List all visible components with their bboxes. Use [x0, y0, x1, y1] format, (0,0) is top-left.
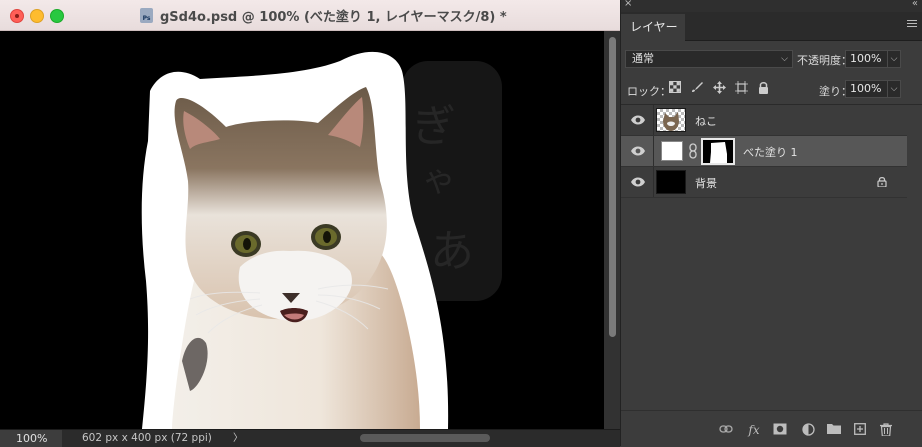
lock-label: ロック： — [627, 85, 671, 98]
document-title: gSd4o.psd @ 100% (べた塗り 1, レイヤーマスク/8) * — [160, 9, 507, 25]
canvas-artwork: ぎ ゃ あ — [141, 51, 502, 429]
layer-row-fill-1[interactable]: べた塗り 1 — [621, 136, 907, 167]
padlock-icon[interactable] — [756, 81, 770, 95]
faint-text-2: ゃ — [422, 160, 456, 200]
add-mask-icon[interactable] — [773, 423, 787, 437]
close-window-button[interactable] — [10, 9, 24, 23]
cat-right-pupil — [323, 231, 331, 243]
document-window: Ps gSd4o.psd @ 100% (べた塗り 1, レイヤーマスク/8) … — [0, 0, 620, 447]
minimize-window-button[interactable] — [30, 9, 44, 23]
layer-lock-icon[interactable] — [877, 176, 887, 187]
layers-panel: × « レイヤー 通常 ⌵ 不透明度： 100% ⌵ ロック： 塗り： 100%… — [620, 0, 922, 447]
layer-thumbnail-background[interactable] — [656, 170, 686, 194]
title-bar[interactable]: Ps gSd4o.psd @ 100% (べた塗り 1, レイヤーマスク/8) … — [0, 0, 620, 31]
eye-divider — [653, 136, 654, 166]
vertical-scroll-thumb[interactable] — [609, 37, 616, 337]
opacity-label: 不透明度： — [797, 54, 852, 67]
layer-mask-thumbnail[interactable] — [701, 138, 735, 165]
faint-text-3: あ — [430, 226, 474, 277]
new-layer-icon[interactable] — [853, 423, 867, 437]
folder-icon[interactable] — [827, 423, 841, 437]
layer-name[interactable]: 背景 — [695, 175, 717, 191]
status-menu-arrow-icon[interactable]: 〉 — [233, 430, 243, 447]
fx-icon[interactable]: fx — [747, 423, 761, 437]
visibility-eye-icon[interactable] — [631, 176, 645, 188]
panel-tab-bar: レイヤー — [621, 12, 922, 41]
panel-top-strip: × « — [621, 0, 922, 12]
fill-chevron-down-icon[interactable]: ⌵ — [887, 80, 901, 98]
zoom-level-field[interactable]: 100% — [0, 430, 62, 447]
fill-color-thumbnail[interactable] — [661, 141, 683, 161]
move-lock-icon[interactable] — [712, 81, 726, 95]
visibility-eye-icon[interactable] — [631, 145, 645, 157]
layer-row-background[interactable]: 背景 — [621, 167, 907, 198]
faint-text-1: ぎ — [412, 101, 456, 152]
eye-divider — [653, 167, 654, 197]
psd-file-icon: Ps — [140, 7, 153, 23]
opacity-input[interactable]: 100% — [845, 50, 889, 68]
layer-thumbnail-neko[interactable] — [656, 108, 686, 132]
visibility-eye-icon[interactable] — [631, 114, 645, 126]
panel-footer: fx — [621, 410, 922, 447]
document-title-wrap: Ps gSd4o.psd @ 100% (べた塗り 1, レイヤーマスク/8) … — [140, 6, 507, 25]
transparency-lock-icon[interactable] — [668, 81, 682, 95]
panel-collapse-icon[interactable]: « — [912, 0, 918, 9]
maximize-window-button[interactable] — [50, 9, 64, 23]
link-layers-icon[interactable] — [719, 423, 733, 437]
horizontal-scroll-thumb[interactable] — [360, 434, 490, 442]
brush-lock-icon[interactable] — [690, 81, 704, 95]
layer-row-neko[interactable]: ねこ — [621, 105, 907, 136]
cat-left-pupil — [243, 238, 251, 250]
chevron-down-icon: ⌵ — [781, 54, 788, 64]
blend-mode-value: 通常 — [632, 52, 654, 65]
document-size-info: 602 px x 400 px (72 ppi) — [82, 432, 212, 444]
opacity-chevron-down-icon[interactable]: ⌵ — [887, 50, 901, 68]
trash-icon[interactable] — [879, 423, 893, 437]
status-bar: 100% 602 px x 400 px (72 ppi) 〉 — [0, 429, 620, 447]
tab-layers[interactable]: レイヤー — [621, 14, 685, 41]
fill-input[interactable]: 100% — [845, 80, 889, 98]
psd-file-icon-label: Ps — [142, 14, 151, 22]
artboard-lock-icon[interactable] — [734, 81, 748, 95]
mask-link-icon[interactable] — [689, 143, 697, 162]
vertical-scrollbar[interactable] — [604, 31, 620, 429]
blend-mode-select[interactable]: 通常 ⌵ — [625, 50, 793, 68]
eye-divider — [653, 105, 654, 135]
panel-menu-icon[interactable] — [907, 20, 917, 29]
panel-close-icon[interactable]: × — [624, 0, 632, 9]
layer-name[interactable]: べた塗り 1 — [743, 144, 798, 160]
adjustment-layer-icon[interactable] — [801, 423, 815, 437]
layer-list: ねこ べた塗り 1 背景 — [621, 104, 922, 411]
layer-name[interactable]: ねこ — [695, 113, 717, 129]
canvas[interactable]: ぎ ゃ あ — [0, 31, 604, 429]
